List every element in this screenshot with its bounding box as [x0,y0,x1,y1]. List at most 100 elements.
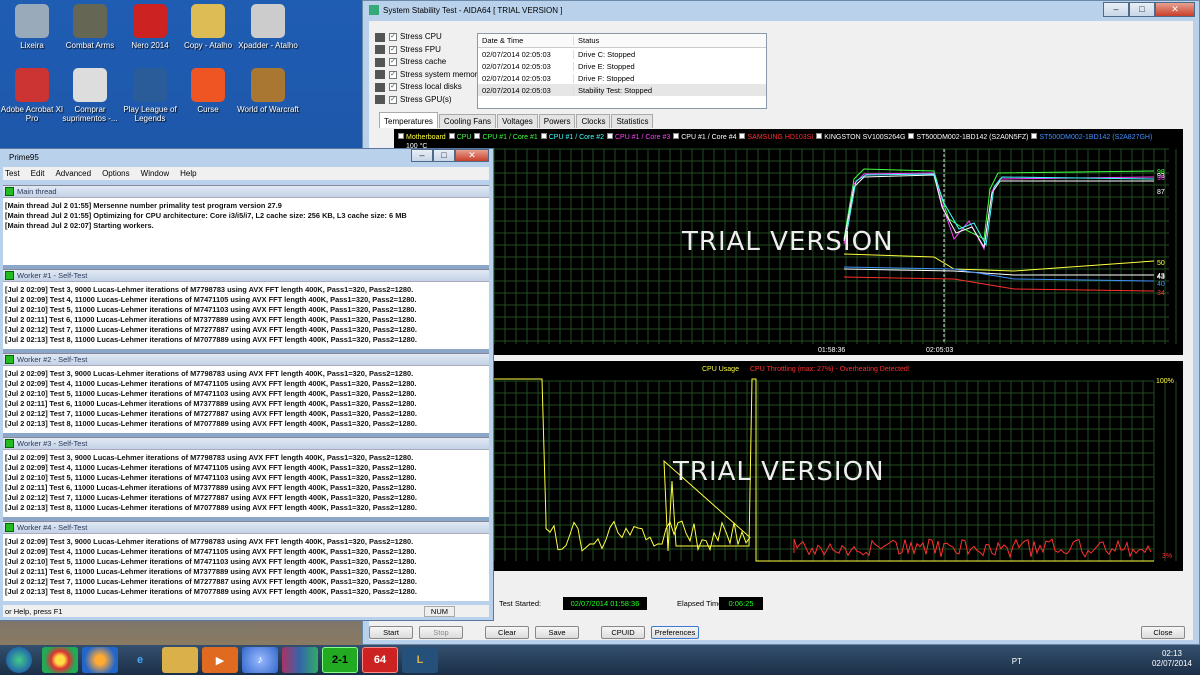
legend-checkbox[interactable] [816,133,822,139]
checkbox[interactable]: ✓ [389,58,397,66]
preferences-button[interactable]: Preferences [651,626,699,639]
legend-checkbox[interactable] [541,133,547,139]
desktop-icon[interactable]: Adobe Acrobat XI Pro [0,68,64,123]
prime95-taskbar-icon[interactable]: 2-1 [322,647,358,673]
checkbox[interactable]: ✓ [389,46,397,54]
tab-powers[interactable]: Powers [539,114,576,128]
legend-item[interactable]: CPU #1 / Core #1 [474,133,537,141]
checkbox[interactable]: ✓ [389,96,397,104]
checkbox[interactable]: ✓ [389,83,397,91]
legend-item[interactable]: KINGSTON SV100S264G [816,133,905,141]
legend-item[interactable]: Motherboard [398,133,446,141]
log-row[interactable]: 02/07/2014 02:05:03 Drive E: Stopped [478,60,766,72]
start-button-orb[interactable] [6,647,32,673]
clear-button[interactable]: Clear [485,626,529,639]
log-line: [Jul 2 02:11] Test 6, 11000 Lucas-Lehmer… [3,567,489,577]
desktop-icon[interactable]: Play League of Legends [118,68,182,123]
log-header-date[interactable]: Date & Time [478,36,573,45]
tab-voltages[interactable]: Voltages [497,114,538,128]
itunes-icon[interactable]: ♪ [242,647,278,673]
log-row[interactable]: 02/07/2014 02:05:03 Drive C: Stopped [478,48,766,60]
start-button[interactable]: Start [369,626,413,639]
stress-option[interactable]: ✓ Stress FPU [375,44,481,57]
ie-icon[interactable]: e [122,647,158,673]
cpuid-button[interactable]: CPUID [601,626,645,639]
legend-checkbox[interactable] [673,133,679,139]
league-taskbar-icon[interactable]: L [402,647,438,673]
legend-item[interactable]: SAMSUNG HD103SI [739,133,813,141]
menu-edit[interactable]: Edit [31,169,45,178]
tab-statistics[interactable]: Statistics [611,114,653,128]
legend-checkbox[interactable] [449,133,455,139]
legend-item[interactable]: CPU #1 / Core #3 [607,133,670,141]
checkbox[interactable]: ✓ [389,33,397,41]
worker-pane[interactable]: Worker #4 - Self-Test [Jul 2 02:09] Test … [3,521,489,601]
explorer-icon[interactable] [162,647,198,673]
system-tray[interactable]: PT 02:13 02/07/2014 [1152,649,1192,669]
maximize-button[interactable]: □ [1129,2,1155,17]
menu-test[interactable]: Test [5,169,20,178]
tab-temperatures[interactable]: Temperatures [379,112,438,128]
legend-checkbox[interactable] [607,133,613,139]
temp-value-label: 34 [1157,290,1165,297]
stress-option[interactable]: ✓ Stress system memory [375,69,481,82]
media-player-icon[interactable]: ▶ [202,647,238,673]
legend-item[interactable]: CPU #1 / Core #4 [673,133,736,141]
stop-button[interactable]: Stop [419,626,463,639]
prime-maximize-button[interactable]: □ [433,149,455,162]
save-button[interactable]: Save [535,626,579,639]
aida64-titlebar[interactable]: System Stability Test - AIDA64 [ TRIAL V… [363,1,1199,19]
desktop-icon[interactable]: Comprar suprimentos -... [58,68,122,123]
legend-checkbox[interactable] [474,133,480,139]
stress-option[interactable]: ✓ Stress CPU [375,31,481,44]
legend-checkbox[interactable] [398,133,404,139]
close-window-button[interactable]: ✕ [1155,2,1195,17]
checkbox[interactable]: ✓ [389,71,397,79]
stress-option[interactable]: ✓ Stress cache [375,56,481,69]
log-row[interactable]: 02/07/2014 02:05:03 Drive F: Stopped [478,72,766,84]
main-thread-pane[interactable]: Main thread [Main thread Jul 2 01:55] Mer… [3,185,489,265]
stress-option[interactable]: ✓ Stress local disks [375,81,481,94]
worker-pane[interactable]: Worker #1 - Self-Test [Jul 2 02:09] Test … [3,269,489,349]
legend-item[interactable]: CPU #1 / Core #2 [541,133,604,141]
desktop-icon[interactable]: Copy - Atalho [176,4,240,50]
prime95-window[interactable]: Prime95 – □ ✕ Test Edit Advanced Options Windo… [0,148,494,621]
tab-cooling-fans[interactable]: Cooling Fans [439,114,496,128]
log-header-status[interactable]: Status [573,36,766,45]
firefox-icon[interactable] [82,647,118,673]
close-button[interactable]: Close [1141,626,1185,639]
desktop-icon[interactable]: Xpadder - Atalho [236,4,300,50]
desktop-icon[interactable]: Combat Arms [58,4,122,50]
menu-advanced[interactable]: Advanced [55,169,91,178]
legend-item[interactable]: ST500DM002-1BD142 (S2A827GH) [1031,133,1152,141]
tab-clocks[interactable]: Clocks [576,114,610,128]
minimize-button[interactable]: – [1103,2,1129,17]
menu-options[interactable]: Options [102,169,130,178]
winrar-icon[interactable] [282,647,318,673]
legend-item[interactable]: ST500DM002-1BD142 (S2A0N5FZ) [908,133,1028,141]
menu-window[interactable]: Window [141,169,169,178]
menu-help[interactable]: Help [180,169,196,178]
desktop-icon[interactable]: Lixeira [0,4,64,50]
worker-pane[interactable]: Worker #3 - Self-Test [Jul 2 02:09] Test … [3,437,489,517]
status-text: or Help, press F1 [5,607,63,616]
log-row[interactable]: 02/07/2014 02:05:03 Stability Test: Stopp… [478,84,766,96]
legend-checkbox[interactable] [739,133,745,139]
prime-thread-icon [5,439,14,448]
prime-close-button[interactable]: ✕ [455,149,489,162]
stress-option[interactable]: ✓ Stress GPU(s) [375,94,481,107]
chrome-icon[interactable] [42,647,78,673]
legend-item[interactable]: CPU [449,133,472,141]
aida64-taskbar-icon[interactable]: 64 [362,647,398,673]
language-indicator[interactable]: PT [1012,657,1022,667]
worker-pane[interactable]: Worker #2 - Self-Test [Jul 2 02:09] Test … [3,353,489,433]
clock-date[interactable]: 02/07/2014 [1152,659,1192,669]
legend-checkbox[interactable] [1031,133,1037,139]
legend-checkbox[interactable] [908,133,914,139]
desktop-icon[interactable]: Nero 2014 [118,4,182,50]
clock-time[interactable]: 02:13 [1152,649,1192,659]
desktop-icon[interactable]: World of Warcraft [236,68,300,114]
status-log[interactable]: Date & Time Status 02/07/2014 02:05:03 Dri… [477,33,767,109]
desktop-icon[interactable]: Curse [176,68,240,114]
prime-minimize-button[interactable]: – [411,149,433,162]
